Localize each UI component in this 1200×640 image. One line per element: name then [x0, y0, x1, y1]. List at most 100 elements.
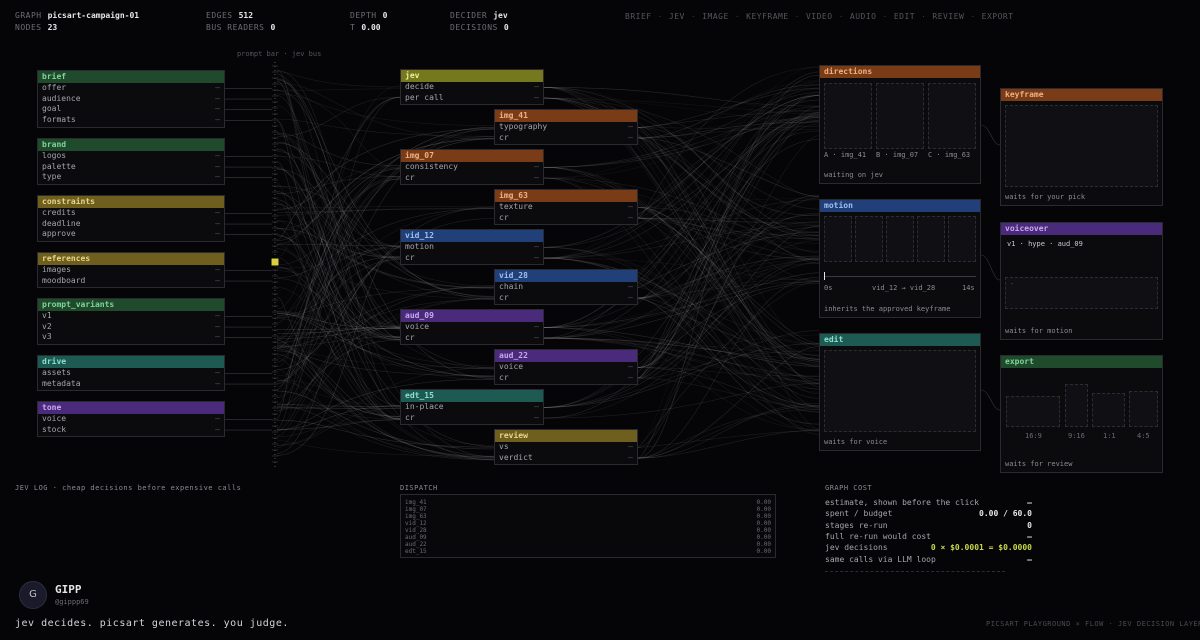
node-aud-22[interactable]: aud_22 voice — cr — [494, 349, 638, 386]
nav-item-edit[interactable]: EDIT [894, 12, 915, 21]
node-port[interactable]: credits — [38, 208, 224, 219]
node-vid-28[interactable]: vid_28 chain — cr — [494, 269, 638, 306]
cost-value: — [1027, 498, 1032, 507]
export-format-9-16[interactable] [1065, 384, 1088, 427]
cost-label: same calls via LLM loop [825, 554, 936, 564]
node-port[interactable]: consistency — [401, 162, 543, 173]
keyframe-preview[interactable] [1005, 105, 1158, 187]
panel-title: motion [820, 200, 980, 212]
node-port[interactable]: palette — [38, 162, 224, 173]
node-img-07[interactable]: img_07 consistency — cr — [400, 149, 544, 186]
port-value: — [534, 332, 539, 342]
node-port[interactable]: v3 — [38, 332, 224, 343]
nav-item-video[interactable]: VIDEO [806, 12, 833, 21]
node-brief[interactable]: brief offer — audience — goal — formats — [37, 70, 225, 128]
node-port[interactable]: in-place — [401, 402, 543, 413]
panel-export[interactable]: export 16:9 9:16 1:1 4:5 waits for revie… [1000, 355, 1163, 473]
port-label: offer [42, 83, 67, 92]
node-port[interactable]: decide — [401, 82, 543, 93]
node-port[interactable]: moodboard — [38, 276, 224, 287]
panel-directions[interactable]: directions A · img_41 B · img_07 C · img… [819, 65, 981, 184]
port-label: cr [499, 212, 509, 222]
node-port[interactable]: cr — [401, 173, 543, 184]
node-constraints[interactable]: constraints credits — deadline — approve — [37, 195, 225, 243]
export-format-1-1[interactable] [1092, 393, 1125, 427]
node-port[interactable]: stock — [38, 425, 224, 436]
node-port[interactable]: type — [38, 172, 224, 183]
node-port[interactable]: cr — [401, 333, 543, 344]
node-port[interactable]: logos — [38, 151, 224, 162]
nav-item-keyframe[interactable]: KEYFRAME [746, 12, 789, 21]
node-brand[interactable]: brand logos — palette — type — [37, 138, 225, 186]
node-port[interactable]: cr — [401, 413, 543, 424]
cost-row: same calls via LLM loop — [825, 554, 1032, 565]
nav-item-brief[interactable]: BRIEF [625, 12, 652, 21]
direction-slot-c[interactable] [928, 83, 976, 149]
author-handle[interactable]: @gippp69 [55, 598, 89, 606]
node-port[interactable]: v1 — [38, 311, 224, 322]
avatar[interactable]: G [19, 581, 47, 609]
node-port[interactable]: cr — [495, 213, 637, 224]
nav-item-export[interactable]: EXPORT [982, 12, 1014, 21]
timeline-track[interactable] [824, 276, 976, 277]
author-name[interactable]: GIPP [55, 583, 82, 596]
node-port[interactable]: offer — [38, 83, 224, 94]
node-vid-12[interactable]: vid_12 motion — cr — [400, 229, 544, 266]
voiceover-waveform: - [1005, 277, 1158, 309]
node-port[interactable]: verdict — [495, 453, 637, 464]
node-tone[interactable]: tone voice — stock — [37, 401, 225, 438]
node-port[interactable]: v2 — [38, 322, 224, 333]
node-img-41[interactable]: img_41 typography — cr — [494, 109, 638, 146]
node-port[interactable]: vs — [495, 442, 637, 453]
panel-edit[interactable]: edit waits for voice [819, 333, 981, 451]
nodes-count: NODES 23 [15, 23, 58, 32]
node-port[interactable]: per call — [401, 93, 543, 104]
direction-slot-a[interactable] [824, 83, 872, 149]
direction-slot-b[interactable] [876, 83, 924, 149]
node-img-63[interactable]: img_63 texture — cr — [494, 189, 638, 226]
node-references[interactable]: references images — moodboard — [37, 252, 225, 289]
node-port[interactable]: motion — [401, 242, 543, 253]
nav-item-review[interactable]: REVIEW [932, 12, 964, 21]
bus-cursor-handle[interactable] [270, 257, 280, 267]
export-format-16-9[interactable] [1006, 396, 1060, 427]
node-jev[interactable]: jev decide — per call — [400, 69, 544, 106]
node-port[interactable]: goal — [38, 104, 224, 115]
node-port[interactable]: cr — [495, 133, 637, 144]
node-port[interactable]: cr — [495, 293, 637, 304]
panel-status: waits for voice [824, 438, 888, 446]
node-port[interactable]: cr — [495, 373, 637, 384]
node-port[interactable]: texture — [495, 202, 637, 213]
ratio-label: 1:1 [1103, 432, 1116, 440]
node-review[interactable]: review vs — verdict — [494, 429, 638, 466]
node-port[interactable]: cr — [401, 253, 543, 264]
node-port[interactable]: approve — [38, 229, 224, 240]
node-port[interactable]: typography — [495, 122, 637, 133]
timeline-playhead[interactable] [824, 272, 825, 280]
node-aud-09[interactable]: aud_09 voice — cr — [400, 309, 544, 346]
nav-item-audio[interactable]: AUDIO [850, 12, 877, 21]
node-port[interactable]: assets — [38, 368, 224, 379]
port-label: texture [499, 202, 533, 211]
node-port[interactable]: images — [38, 265, 224, 276]
export-format-4-5[interactable] [1129, 391, 1158, 427]
node-port[interactable]: formats — [38, 115, 224, 126]
nav-item-jev[interactable]: JEV [669, 12, 685, 21]
node-port[interactable]: voice — [401, 322, 543, 333]
node-port[interactable]: deadline — [38, 219, 224, 230]
node-port[interactable]: voice — [495, 362, 637, 373]
nav-item-image[interactable]: IMAGE [702, 12, 729, 21]
panel-keyframe[interactable]: keyframe waits for your pick [1000, 88, 1163, 206]
panel-status: waiting on jev [824, 171, 884, 179]
panel-motion[interactable]: motion 0s vid_12 → vid_28 14s inherits t… [819, 199, 981, 318]
node-port[interactable]: audience — [38, 94, 224, 105]
node-port[interactable]: metadata — [38, 379, 224, 390]
panel-voiceover[interactable]: voiceover v1 · hype · aud_09 - waits for… [1000, 222, 1163, 340]
node-prompt-variants[interactable]: prompt_variants v1 — v2 — v3 — [37, 298, 225, 346]
node-edt-15[interactable]: edt_15 in-place — cr — [400, 389, 544, 426]
node-title: aud_09 [401, 310, 543, 322]
node-port[interactable]: voice — [38, 414, 224, 425]
node-port[interactable]: chain — [495, 282, 637, 293]
nav-separator: · [838, 12, 844, 21]
node-drive[interactable]: drive assets — metadata — [37, 355, 225, 392]
